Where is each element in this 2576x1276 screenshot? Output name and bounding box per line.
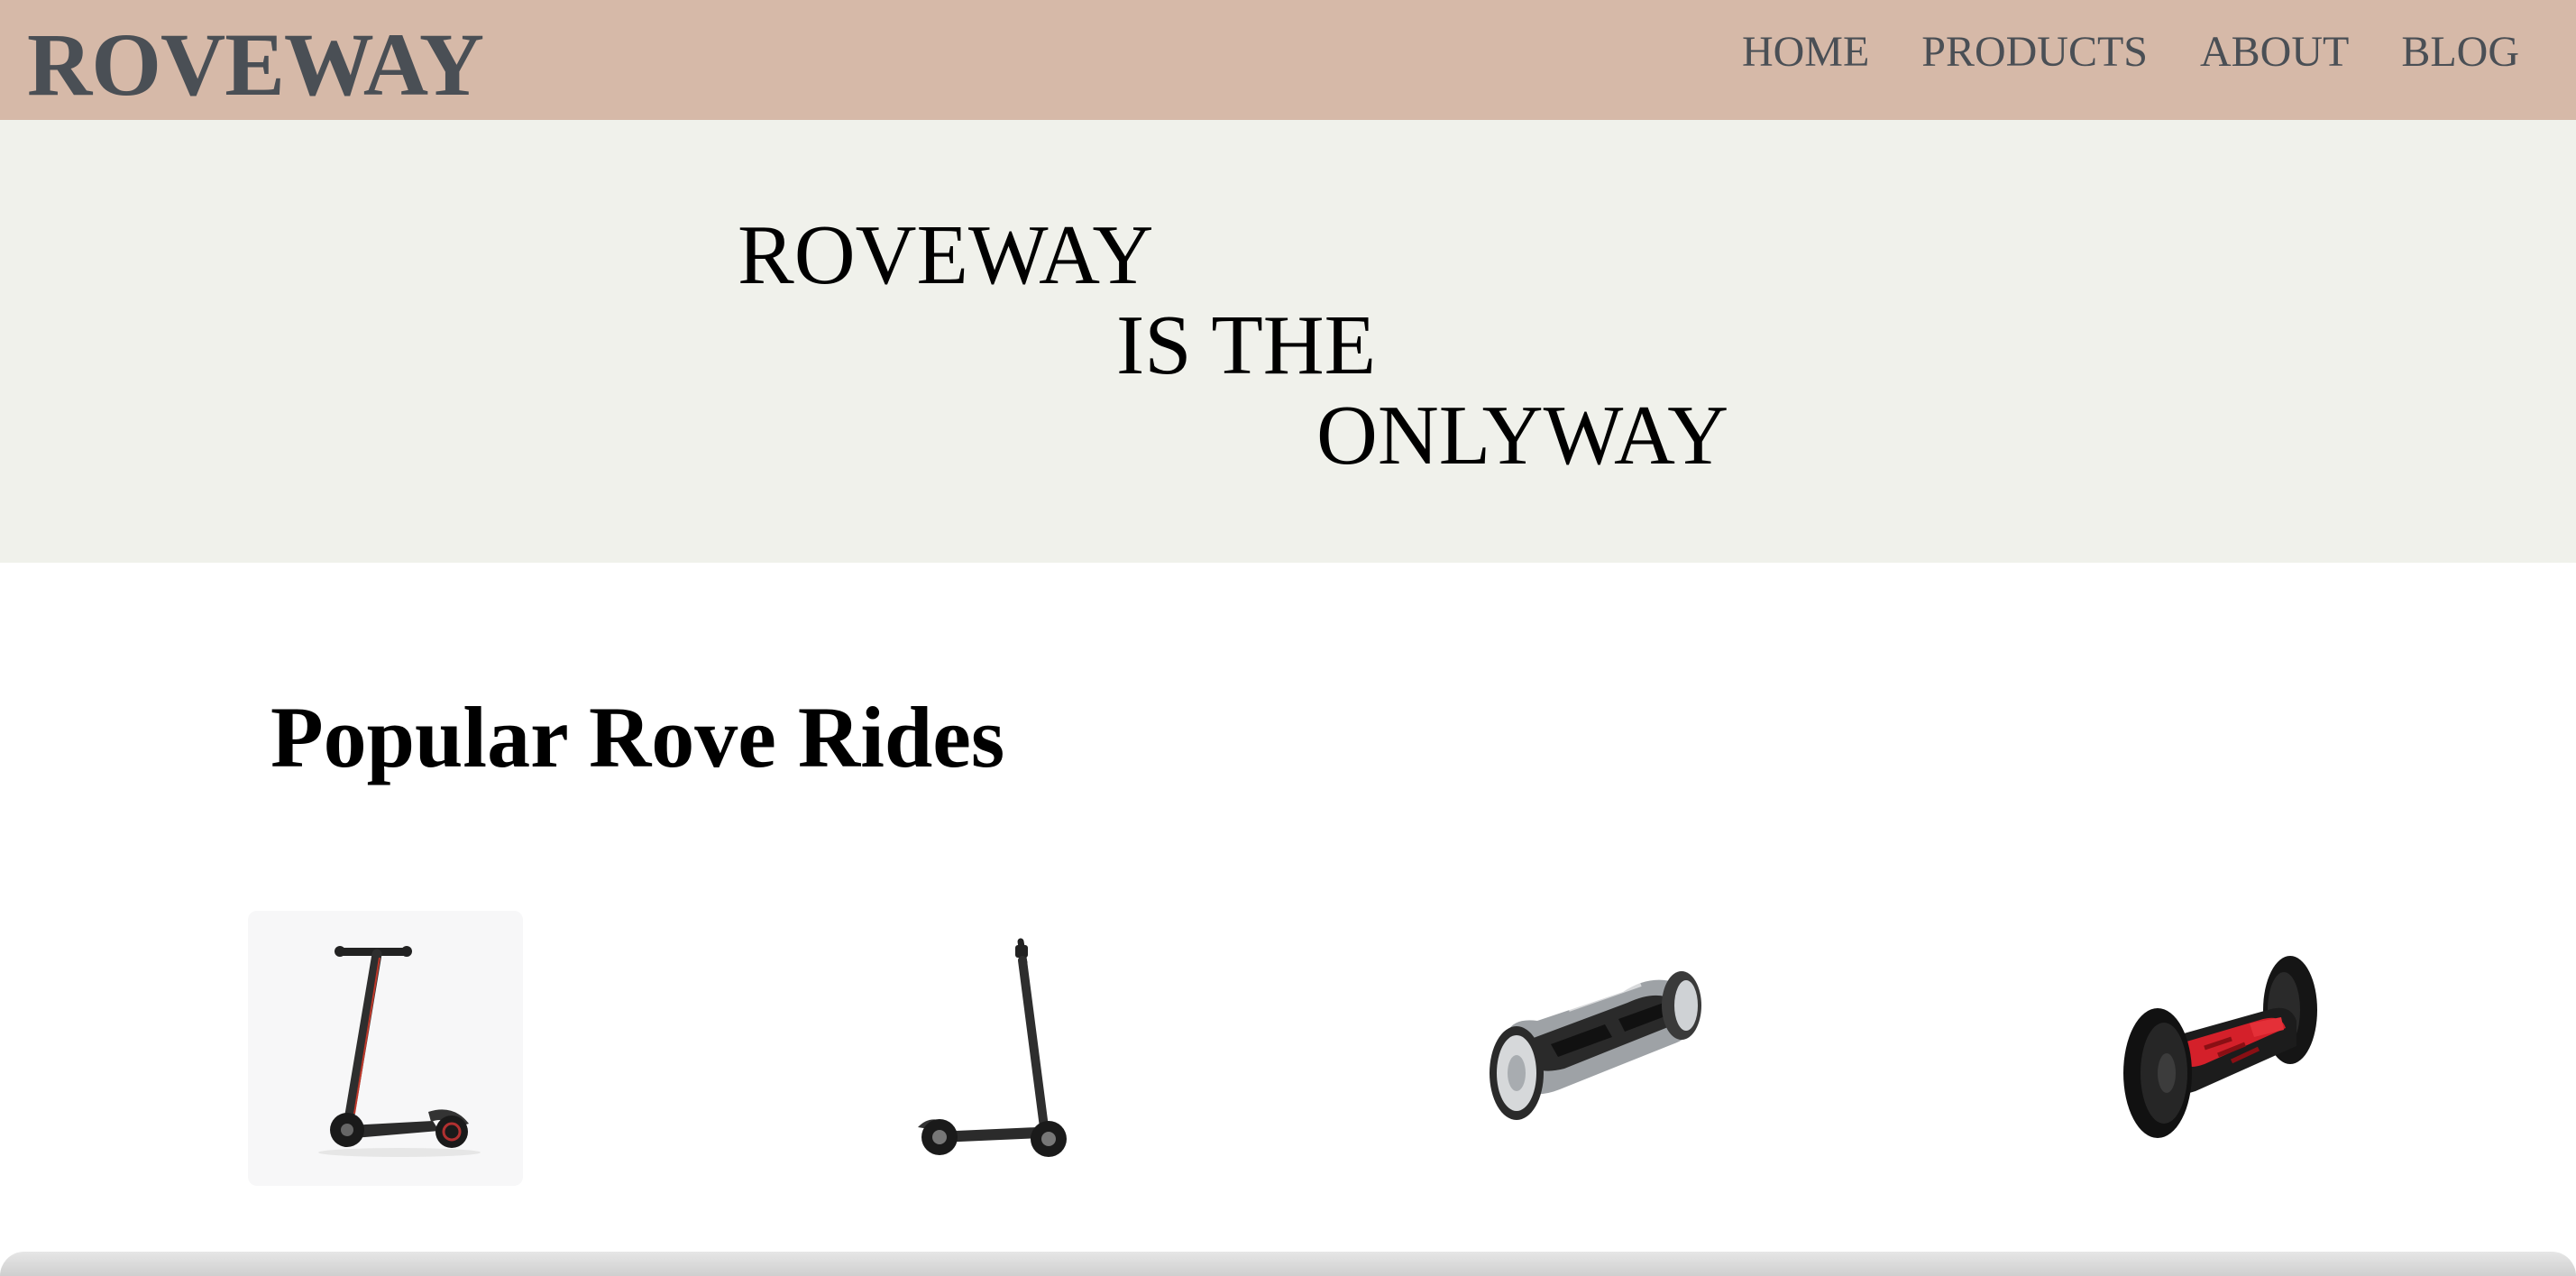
electric-scooter-icon (918, 938, 1067, 1157)
main-nav: HOME PRODUCTS ABOUT BLOG (1742, 31, 2519, 74)
nav-products-link[interactable]: PRODUCTS (1921, 31, 2148, 74)
window-bottom-edge (0, 1252, 2576, 1276)
product-card-scooter-2[interactable] (866, 911, 1141, 1186)
popular-rides-heading: Popular Rove Rides (270, 689, 1005, 785)
product-card-hoverboard-chrome[interactable] (1461, 938, 1731, 1154)
nav-about-link[interactable]: ABOUT (2200, 31, 2349, 74)
hero-banner: ROVEWAY IS THE ONLYWAY (0, 120, 2576, 563)
site-header: ROVEWAY HOME PRODUCTS ABOUT BLOG (0, 0, 2576, 120)
hero-line-2: IS THE (1116, 298, 1377, 392)
site-logo[interactable]: ROVEWAY (27, 20, 484, 110)
hoverboard-icon (1490, 971, 1701, 1120)
hero-line-1: ROVEWAY (738, 208, 1154, 302)
electric-scooter-icon (318, 946, 481, 1157)
product-card-hoverboard-red[interactable] (2096, 947, 2358, 1150)
nav-home-link[interactable]: HOME (1742, 31, 1869, 74)
nav-blog-link[interactable]: BLOG (2401, 31, 2519, 74)
hero-line-3: ONLYWAY (1316, 389, 1729, 482)
hoverboard-icon (2123, 956, 2317, 1138)
product-card-scooter-1[interactable] (248, 911, 523, 1186)
